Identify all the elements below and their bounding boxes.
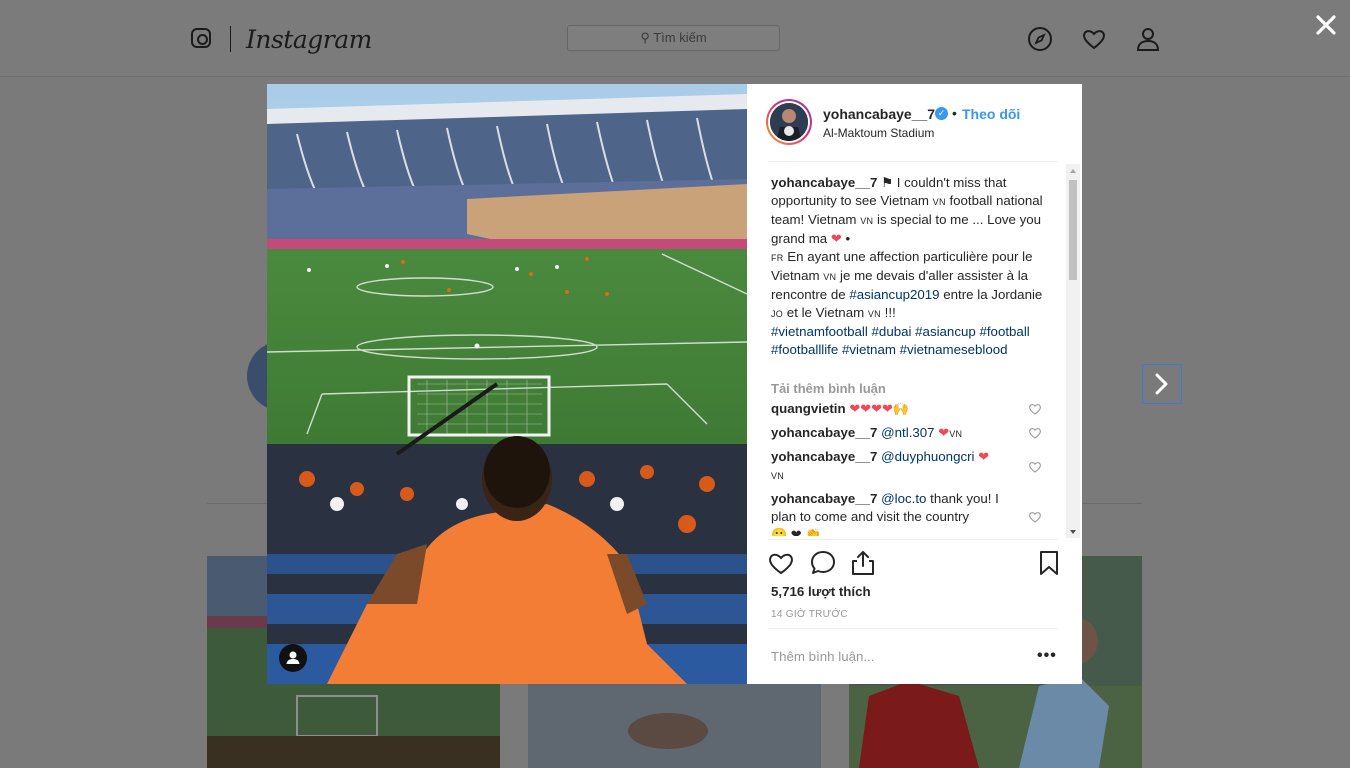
like-comment-heart-icon[interactable] [1028,460,1042,474]
profile-person-icon[interactable] [1135,26,1161,52]
comment-item: yohancabaye__7 @loc.to thank you! I plan… [771,490,1016,536]
activity-heart-icon[interactable] [1081,26,1107,52]
comment-item: yohancabaye__7 @ntl.307 ❤VN [771,424,1041,443]
instagram-wordmark[interactable]: Instagram [246,25,372,54]
caption-text: entre la Jordanie [939,287,1043,302]
flag-fr: FR [771,253,784,263]
flag-vn: VN [867,309,881,319]
caption-text: et le Vietnam [783,305,868,320]
caption-text: !!! [880,305,896,320]
flag-vn: VN [771,471,785,481]
like-comment-heart-icon[interactable] [1028,510,1042,524]
red-heart-emoji: ❤❤❤❤ [849,401,893,416]
top-nav-bar: Instagram ⚲ Tìm kiếm [0,0,1350,77]
avatar[interactable] [766,99,812,145]
flag-jo: JO [771,309,784,319]
instagram-camera-icon[interactable] [191,28,211,48]
like-comment-heart-icon[interactable] [1028,402,1042,416]
logo-divider [230,26,231,52]
close-icon[interactable] [1313,12,1339,38]
actions-divider [768,539,1058,540]
caption-text: • [841,231,851,246]
separator-dot: • [952,105,957,121]
flag-vn: VN [932,197,946,207]
explore-compass-icon[interactable] [1027,26,1053,52]
comment-username[interactable]: quangvietin [771,401,846,416]
raised-hands-emoji: 🙌 [892,401,910,416]
like-comment-heart-icon[interactable] [1028,426,1042,440]
post-header: yohancabaye__7 ✓ • Theo dõi Al-Maktoum S… [747,84,1082,161]
comment-bubble-icon[interactable] [809,549,837,577]
flag-vn: VN [860,216,874,226]
likes-count[interactable]: 5,716 lượt thích [771,584,871,599]
load-more-comments-button[interactable]: Tải thêm bình luận [771,380,886,398]
scrollbar-thumb[interactable] [1069,180,1077,280]
add-comment-input[interactable]: Thêm bình luận... [771,649,874,664]
emoji-row: 🙂 ❤ 👏 [771,527,822,536]
scroll-up-arrow-icon[interactable] [1066,165,1080,177]
post-details-panel: yohancabaye__7 ✓ • Theo dõi Al-Maktoum S… [747,84,1082,684]
comment-username[interactable]: yohancabaye__7 [771,449,877,464]
follow-button[interactable]: Theo dõi [962,106,1020,122]
post-caption: yohancabaye__7 ⚑ I couldn't miss that op… [771,174,1056,359]
flag-vn: VN [823,272,837,282]
flag-emoji: ⚑ [881,175,894,190]
post-timestamp[interactable]: 14 GIỜ TRƯỚC [771,609,848,620]
tagged-users-button[interactable] [279,644,307,672]
post-image[interactable] [267,84,747,684]
share-icon[interactable] [849,549,877,577]
verified-badge-icon: ✓ [935,107,948,120]
chevron-right-icon [1155,373,1168,395]
like-heart-icon[interactable] [767,549,795,577]
comment-username[interactable]: yohancabaye__7 [771,425,877,440]
user-tag-icon [286,651,300,664]
comment-input-divider [768,628,1058,629]
red-heart-emoji: ❤ [830,231,842,246]
comment-mention[interactable]: @loc.to [881,491,926,506]
comments-list[interactable]: yohancabaye__7 ⚑ I couldn't miss that op… [771,174,1061,536]
comment-mention[interactable]: @duyphuongcri [881,449,974,464]
comment-mention[interactable]: @ntl.307 [881,425,934,440]
hashtags[interactable]: #vietnamfootball #dubai #asiancup #footb… [771,324,1030,357]
red-heart-emoji: ❤ [978,449,990,464]
scroll-down-arrow-icon[interactable] [1066,526,1080,538]
hashtag-link[interactable]: #asiancup2019 [849,287,939,302]
comments-scrollbar[interactable] [1066,164,1080,538]
comment-item: yohancabaye__7 @duyphuongcri ❤ VN [771,448,1041,485]
next-post-button[interactable] [1142,364,1182,404]
flag-vn: VN [949,429,963,439]
search-input[interactable]: ⚲ Tìm kiếm [567,25,780,51]
comment-username[interactable]: yohancabaye__7 [771,491,877,506]
header-divider [768,161,1058,162]
post-location[interactable]: Al-Maktoum Stadium [823,126,934,140]
post-username[interactable]: yohancabaye__7 [823,106,935,122]
more-options-button[interactable]: ••• [1037,647,1057,665]
caption-username[interactable]: yohancabaye__7 [771,175,877,190]
comment-item: quangvietin ❤❤❤❤🙌 [771,400,1041,418]
search-icon: ⚲ [640,30,650,45]
save-bookmark-icon[interactable] [1035,549,1063,577]
search-placeholder: Tìm kiếm [653,30,707,45]
red-heart-emoji: ❤ [938,425,950,440]
